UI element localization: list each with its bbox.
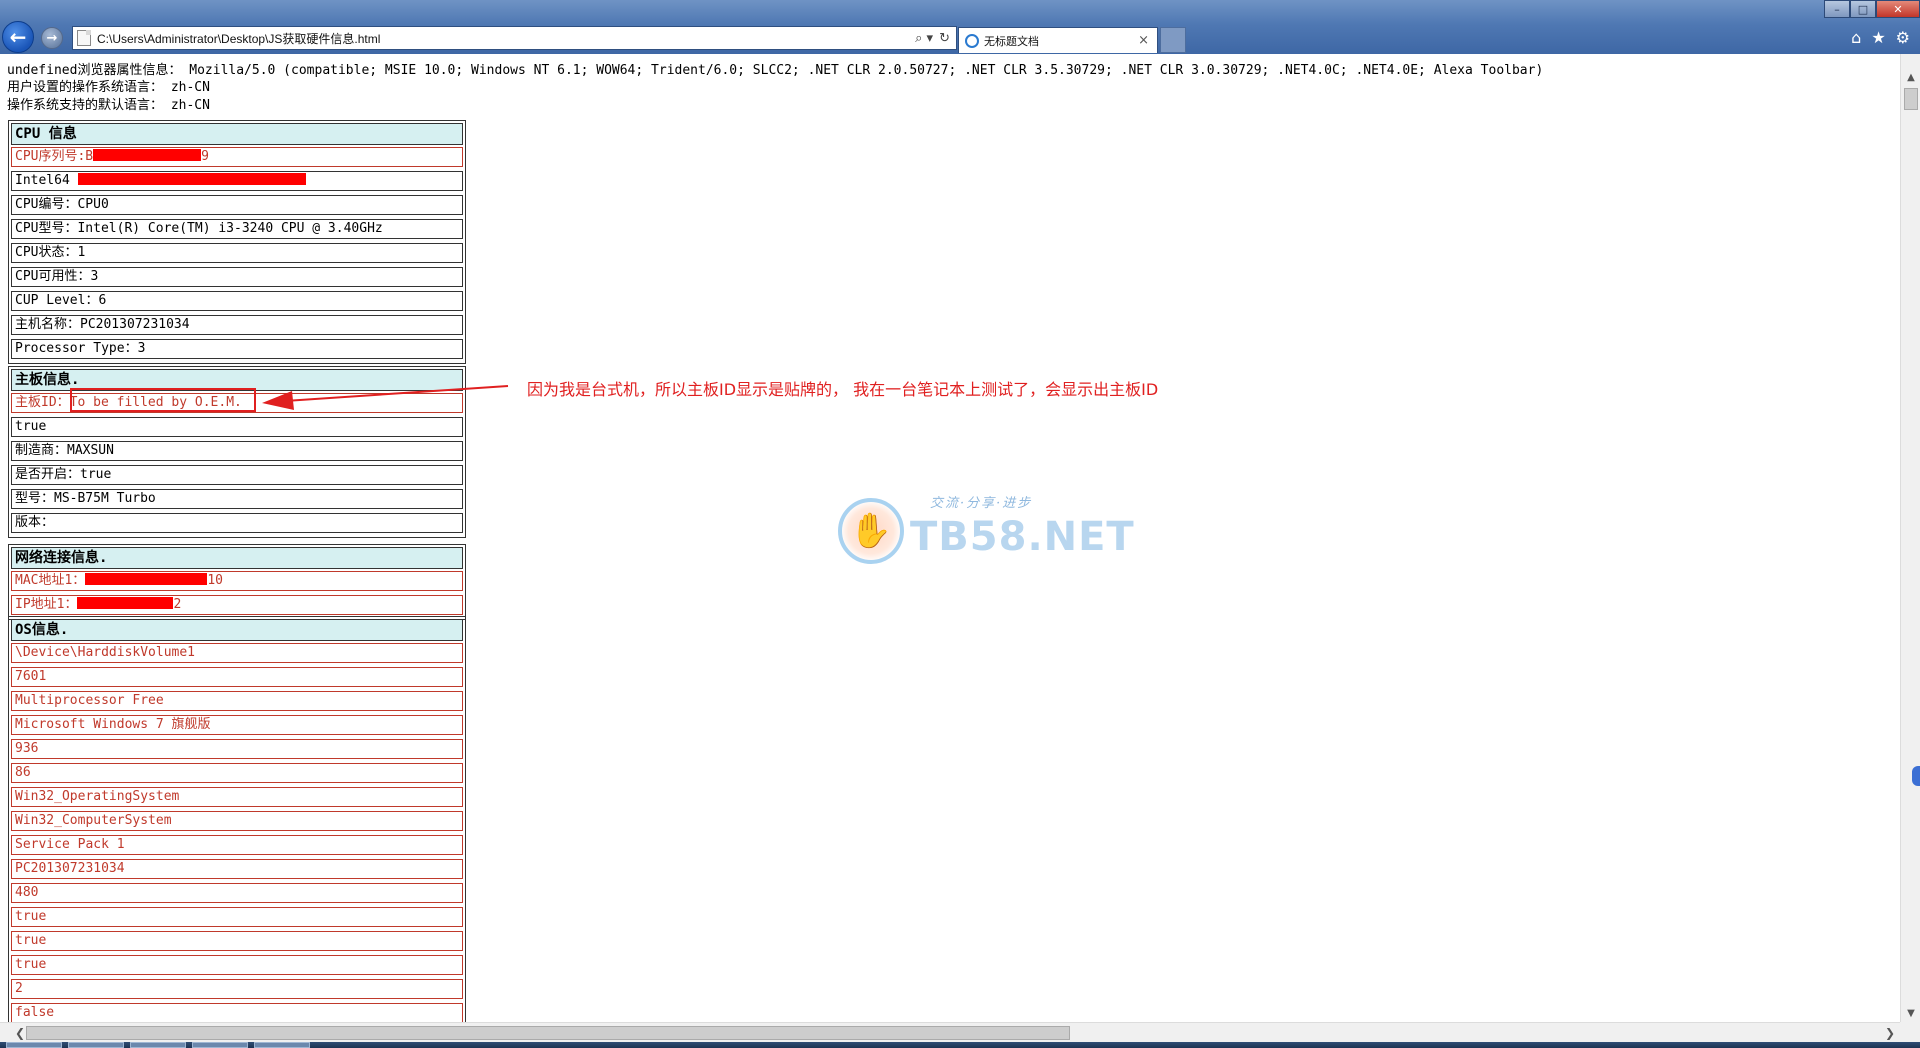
network-section-title: 网络连接信息. [11, 547, 463, 569]
ip-row: IP地址1： 2 [11, 595, 463, 615]
browser-titlebar: ← → C:\Users\Administrator\Desktop\JS获取硬… [0, 0, 1920, 54]
watermark-logo: ✋ 交流·分享·进步 TB58.NET [838, 490, 1134, 570]
mac-row: MAC地址1： 10 [11, 571, 463, 591]
ie-icon [965, 33, 979, 48]
annotation-text: 因为我是台式机，所以主板ID显示是贴牌的， 我在一台笔记本上测试了，会显示出主板… [527, 380, 1159, 399]
window-controls: – □ ✕ [1824, 0, 1920, 18]
tab-active[interactable]: 无标题文档 × [958, 27, 1158, 53]
os-row: PC201307231034 [11, 859, 463, 879]
taskbar-item[interactable] [254, 1042, 310, 1048]
forward-button[interactable]: → [41, 27, 63, 49]
star-icon[interactable]: ★ [1871, 28, 1885, 47]
minimize-button[interactable]: – [1824, 0, 1850, 18]
os-row: true [11, 907, 463, 927]
os-row: 86 [11, 763, 463, 783]
scroll-right-icon[interactable]: ❯ [1880, 1023, 1900, 1043]
maximize-button[interactable]: □ [1850, 0, 1876, 18]
redaction-mask [77, 597, 174, 609]
taskbar-item[interactable] [68, 1042, 124, 1048]
close-icon[interactable]: × [1138, 33, 1149, 48]
browser-tools: ⌂ ★ ⚙ [1851, 28, 1910, 47]
os-row: \Device\HarddiskVolume1 [11, 643, 463, 663]
os-row: Win32_ComputerSystem [11, 811, 463, 831]
os-section-title: OS信息. [11, 619, 463, 641]
search-icon[interactable]: ⌕ ▾ [915, 31, 933, 46]
network-section: 网络连接信息. MAC地址1： 10 IP地址1： 2 [8, 544, 466, 620]
mac-label: MAC地址1： [15, 573, 86, 588]
os-row: 480 [11, 883, 463, 903]
page-icon [77, 30, 91, 46]
tab-title: 无标题文档 [984, 34, 1039, 48]
os-row: true [11, 955, 463, 975]
watermark-text: TB58.NET [910, 514, 1135, 560]
os-row: Multiprocessor Free [11, 691, 463, 711]
page-content: undefined浏览器属性信息： Mozilla/5.0 (compatibl… [0, 54, 1900, 1022]
new-tab-button[interactable] [1160, 27, 1186, 53]
gear-icon[interactable]: ⚙ [1896, 28, 1910, 47]
back-button[interactable]: ← [2, 21, 34, 53]
annotation-arrow [262, 385, 509, 410]
ip-suffix: 2 [173, 597, 182, 612]
os-row: true [11, 931, 463, 951]
scroll-down-icon[interactable]: ▼ [1901, 1004, 1920, 1022]
watermark-slogan: 交流·分享·进步 [930, 496, 1033, 511]
os-row: Service Pack 1 [11, 835, 463, 855]
horizontal-scrollbar[interactable]: ❮ ❯ [0, 1022, 1900, 1042]
os-row: Microsoft Windows 7 旗舰版 [11, 715, 463, 735]
board-row: 型号：MS-B75M Turbo [11, 489, 463, 509]
horizontal-scroll-thumb[interactable] [26, 1026, 1070, 1040]
vertical-scrollbar[interactable]: ▲ ▼ [1900, 54, 1920, 1022]
refresh-icon[interactable]: ↻ [939, 31, 950, 46]
back-icon: ← [9, 25, 27, 49]
redaction-mask [85, 573, 208, 585]
address-bar[interactable]: C:\Users\Administrator\Desktop\JS获取硬件信息.… [72, 26, 957, 50]
ip-label: IP地址1： [15, 597, 78, 612]
os-row: Win32_OperatingSystem [11, 787, 463, 807]
scrollbar-corner [1900, 1022, 1920, 1042]
os-row: 2 [11, 979, 463, 999]
vertical-scroll-thumb[interactable] [1904, 88, 1918, 110]
home-icon[interactable]: ⌂ [1851, 28, 1861, 47]
hand-icon: ✋ [838, 498, 904, 564]
close-window-button[interactable]: ✕ [1876, 0, 1920, 18]
os-row: false [11, 1003, 463, 1022]
forward-icon: → [46, 30, 58, 46]
side-panel-tab[interactable] [1912, 766, 1920, 786]
os-row: 936 [11, 739, 463, 759]
taskbar-item[interactable] [192, 1042, 248, 1048]
taskbar [0, 1042, 1920, 1048]
scroll-up-icon[interactable]: ▲ [1901, 68, 1920, 86]
mac-suffix: 10 [207, 573, 223, 588]
taskbar-item[interactable] [130, 1042, 186, 1048]
os-section: OS信息. \Device\HarddiskVolume1 7601 Multi… [8, 616, 466, 1022]
board-row: 版本： [11, 513, 463, 533]
address-input[interactable]: C:\Users\Administrator\Desktop\JS获取硬件信息.… [97, 30, 915, 47]
os-row: 7601 [11, 667, 463, 687]
taskbar-item[interactable] [6, 1042, 62, 1048]
